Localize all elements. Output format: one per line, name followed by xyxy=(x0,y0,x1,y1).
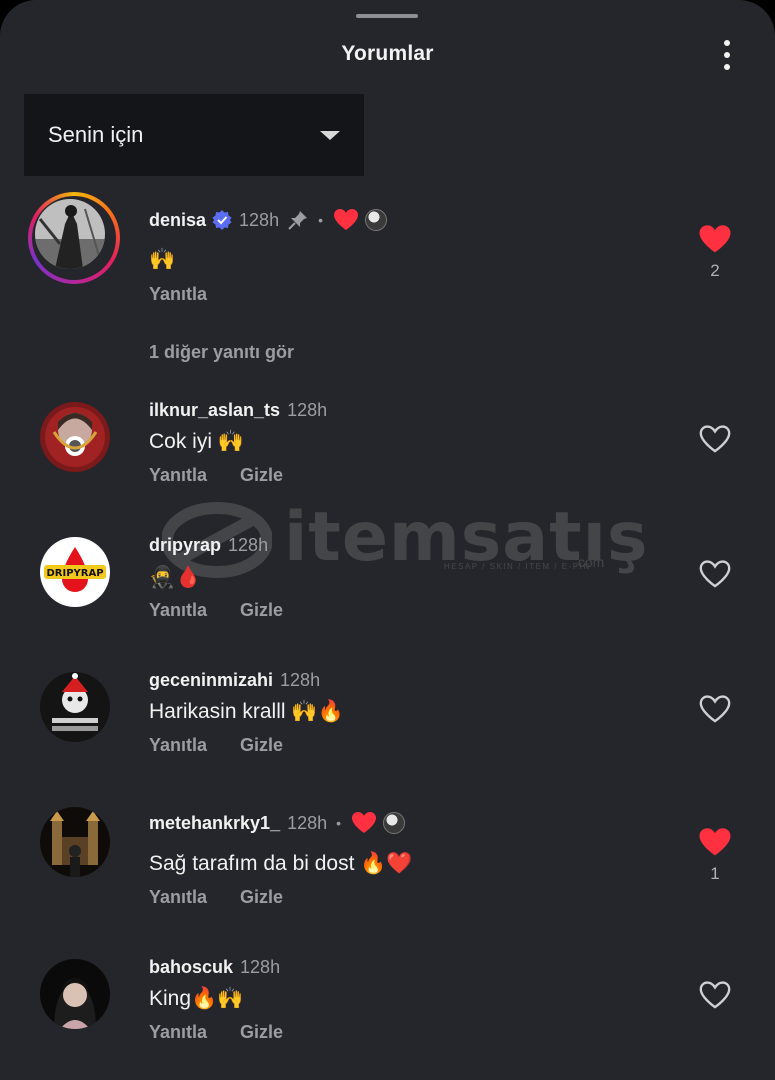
comment-time: 128h xyxy=(287,812,328,833)
comment-time: 128h xyxy=(239,209,280,230)
hide-button[interactable]: Gizle xyxy=(240,1022,283,1043)
hide-button[interactable]: Gizle xyxy=(240,465,283,486)
watermark-tagline: HESAP / SKIN / ITEM / E-PIN xyxy=(444,562,591,571)
hide-button[interactable]: Gizle xyxy=(240,600,283,621)
like-count: 2 xyxy=(710,261,720,280)
separator-dot: • xyxy=(318,212,323,228)
sort-selected-label: Senin için xyxy=(48,122,144,147)
creator-liked-heart-icon xyxy=(333,209,358,230)
like-button[interactable]: 2 xyxy=(692,224,738,281)
avatar[interactable] xyxy=(40,672,110,742)
like-button[interactable] xyxy=(692,694,738,725)
story-ring[interactable] xyxy=(28,192,120,284)
heart-filled-icon xyxy=(699,225,731,253)
comment-time: 128h xyxy=(228,534,269,555)
heart-outline-icon xyxy=(699,695,731,723)
reply-button[interactable]: Yanıtla xyxy=(149,465,207,486)
comment-text: King🔥🙌 xyxy=(149,987,244,1010)
comment-text: 🥷🩸 xyxy=(149,566,202,589)
more-options-button[interactable] xyxy=(712,36,742,74)
username[interactable]: denisa xyxy=(149,210,206,231)
reply-button[interactable]: Yanıtla xyxy=(149,735,207,756)
creator-avatar xyxy=(364,209,387,231)
more-vertical-icon xyxy=(724,40,730,46)
creator-liked-heart-icon xyxy=(352,812,377,833)
drag-handle[interactable] xyxy=(356,14,418,18)
avatar[interactable] xyxy=(40,959,110,1029)
hide-button[interactable]: Gizle xyxy=(240,735,283,756)
watermark-suffix: .com xyxy=(574,554,605,570)
creator-avatar xyxy=(383,812,406,834)
heart-outline-icon xyxy=(699,560,731,588)
username[interactable]: metehankrky1_ xyxy=(149,813,280,834)
avatar[interactable] xyxy=(40,402,110,472)
heart-filled-icon xyxy=(699,828,731,856)
comments-sheet: Yorumlar Senin için itemsatış HESAP / SK… xyxy=(0,0,775,1080)
reply-button[interactable]: Yanıtla xyxy=(149,1022,207,1043)
reply-button[interactable]: Yanıtla xyxy=(149,284,207,305)
comment-text: Sağ tarafım da bi dost 🔥❤️ xyxy=(149,852,413,875)
username[interactable]: dripyrap xyxy=(149,535,221,556)
comment-time: 128h xyxy=(287,399,328,420)
view-more-replies-button[interactable]: 1 diğer yanıtı gör xyxy=(149,342,294,363)
comment-text: 🙌 xyxy=(149,248,176,271)
username[interactable]: bahoscuk xyxy=(149,957,233,978)
avatar-logo-text: DRIPYRAP xyxy=(46,568,103,579)
page-title: Yorumlar xyxy=(341,42,434,65)
comment-text: Harikasin kralll 🙌🔥 xyxy=(149,700,344,723)
comment-time: 128h xyxy=(280,669,321,690)
sort-dropdown[interactable]: Senin için xyxy=(24,94,364,176)
avatar xyxy=(35,199,105,269)
watermark-brand: itemsatış xyxy=(284,498,649,577)
chevron-down-icon xyxy=(320,131,340,140)
like-button[interactable] xyxy=(692,424,738,455)
reply-button[interactable]: Yanıtla xyxy=(149,600,207,621)
comment-time: 128h xyxy=(240,956,281,977)
separator-dot: • xyxy=(336,815,342,831)
like-count: 1 xyxy=(710,864,720,883)
heart-outline-icon xyxy=(699,981,731,1009)
username[interactable]: geceninmizahi xyxy=(149,670,273,691)
like-button[interactable] xyxy=(692,559,738,590)
like-button[interactable]: 1 xyxy=(692,827,738,884)
avatar[interactable] xyxy=(40,807,110,877)
avatar[interactable]: DRIPYRAP xyxy=(40,537,110,607)
verified-badge-icon xyxy=(212,210,232,230)
like-button[interactable] xyxy=(692,980,738,1011)
comment-text: Cok iyi 🙌 xyxy=(149,430,244,453)
heart-outline-icon xyxy=(699,425,731,453)
hide-button[interactable]: Gizle xyxy=(240,887,283,908)
reply-button[interactable]: Yanıtla xyxy=(149,887,207,908)
username[interactable]: ilknur_aslan_ts xyxy=(149,400,280,421)
pin-icon xyxy=(288,211,308,230)
